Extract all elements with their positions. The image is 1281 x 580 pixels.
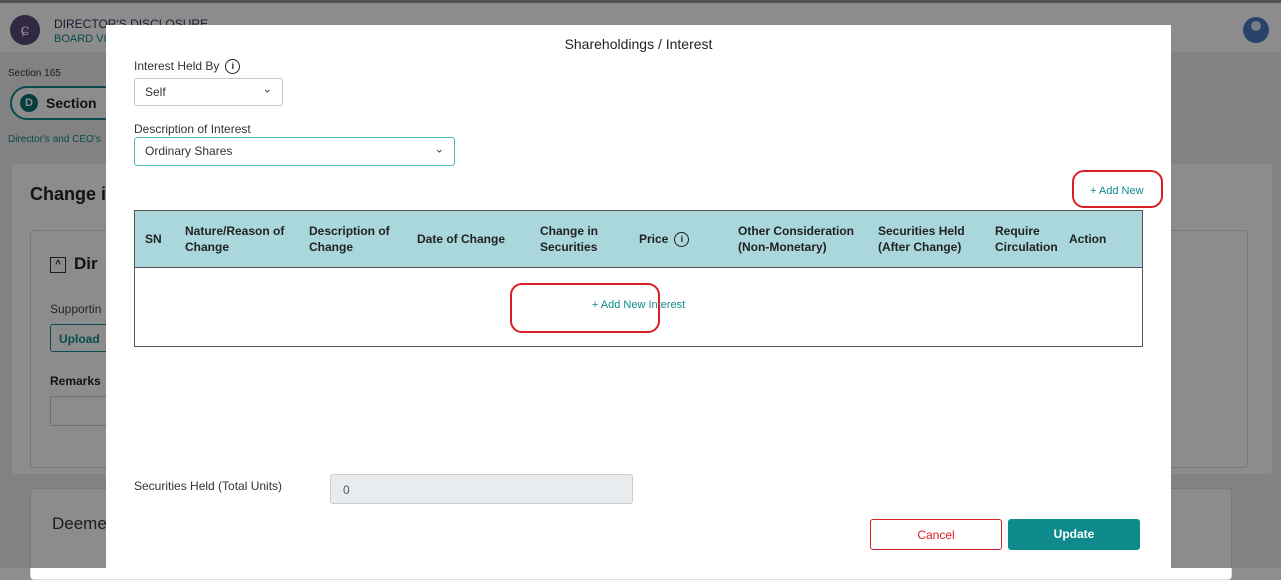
highlight-ring-add-interest [510,283,660,333]
securities-total-label: Securities Held (Total Units) [134,479,283,493]
column-header-price: Price i [639,211,709,267]
table-header: SN Nature/Reason of Change Description o… [135,211,1142,268]
column-header: Action [1069,232,1107,246]
highlight-ring-add-new [1072,170,1163,208]
chevron-down-icon: ⌄ [262,83,272,96]
column-header: SN [145,232,162,246]
interest-held-by-label: Interest Held By i [134,59,241,75]
description-of-interest-value: Ordinary Shares [145,144,233,158]
column-header: Change in Securities [540,224,599,254]
modal-title: Shareholdings / Interest [564,36,713,52]
column-header: Description of Change [309,224,390,254]
interest-held-by-value: Self [145,85,166,99]
info-icon[interactable]: i [674,231,690,247]
description-of-interest-select[interactable]: Ordinary Shares ⌄ [134,137,455,166]
interest-held-by-text: Interest Held By [134,59,220,73]
column-header: Nature/Reason of Change [185,224,285,254]
interest-held-by-select[interactable]: Self ⌄ [134,78,283,106]
chevron-down-icon: ⌄ [434,142,444,155]
shareholdings-modal: Shareholdings / Interest Interest Held B… [106,25,1171,568]
cancel-button[interactable]: Cancel [870,519,1002,550]
securities-total-field: 0 [330,474,633,504]
column-header: Date of Change [417,232,506,246]
column-header: Other Consideration (Non-Monetary) [738,224,855,254]
description-of-interest-label: Description of Interest [134,122,251,136]
update-button[interactable]: Update [1008,519,1140,550]
column-header: Require Circulation [995,224,1058,254]
column-header: Securities Held (After Change) [878,224,965,254]
info-icon[interactable]: i [225,59,241,75]
column-header: Price [639,232,669,246]
